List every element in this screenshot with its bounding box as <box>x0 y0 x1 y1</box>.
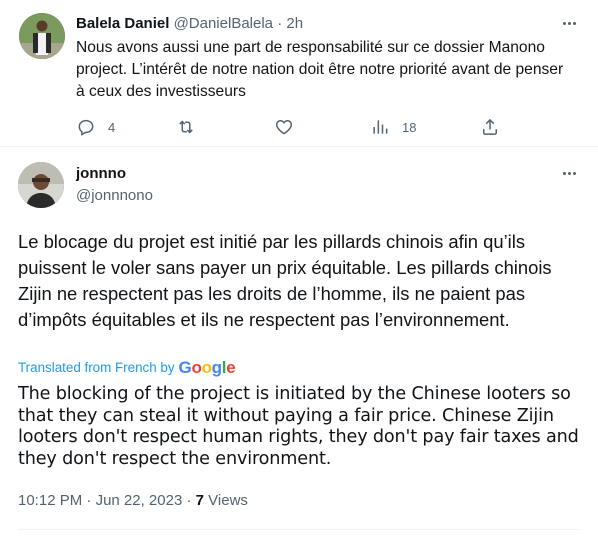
author-name[interactable]: Balela Daniel <box>76 15 169 32</box>
retweet-icon <box>179 120 193 134</box>
reply-bubble-icon <box>78 119 94 136</box>
more-options-icon[interactable] <box>558 164 580 182</box>
tweet-meta: 10:12 PM · Jun 22, 2023 · 7 Views <box>18 491 248 511</box>
reply-count: 4 <box>108 119 116 135</box>
tweet-text: Nous avons aussi une part de responsabil… <box>76 39 564 100</box>
tweet-text: Le blocage du projet est initié par les … <box>18 231 552 330</box>
share-button[interactable] <box>480 117 500 137</box>
views-bar-chart-icon <box>373 120 388 134</box>
reply-header: Balela Daniel @DanielBalela · 2h <box>76 14 303 34</box>
divider <box>18 529 580 530</box>
share-upload-icon <box>483 118 497 135</box>
reply-tweet[interactable]: Balela Daniel @DanielBalela · 2h Nous av… <box>0 0 598 147</box>
author-handle[interactable]: @DanielBalela <box>174 15 273 32</box>
separator-dot: · <box>86 492 92 509</box>
translation-attribution[interactable]: Translated from French by Google <box>18 358 236 377</box>
avatar-image <box>19 13 65 59</box>
retweet-button[interactable] <box>176 117 208 137</box>
views-button[interactable]: 18 <box>370 117 416 137</box>
timestamp[interactable]: 2h <box>286 15 303 32</box>
avatar-image <box>18 162 64 208</box>
author-handle[interactable]: @jonnnono <box>76 186 153 206</box>
avatar[interactable] <box>19 13 65 59</box>
tweet-time[interactable]: 10:12 PM <box>18 492 82 509</box>
tweet-date[interactable]: Jun 22, 2023 <box>96 492 183 509</box>
action-bar: 4 18 <box>76 117 506 137</box>
more-options-icon[interactable] <box>558 14 580 32</box>
avatar[interactable] <box>18 162 64 208</box>
author-name[interactable]: jonnno <box>76 164 126 184</box>
reply-button[interactable]: 4 <box>76 117 115 137</box>
views-count: 7 <box>195 492 204 509</box>
google-logo: Google <box>178 358 236 377</box>
views-count: 18 <box>402 119 417 135</box>
like-button[interactable] <box>274 117 306 137</box>
heart-icon <box>275 119 293 135</box>
views-label: Views <box>208 492 248 509</box>
separator-dot: · <box>277 15 283 32</box>
translated-text: The blocking of the project is initiated… <box>18 384 579 469</box>
separator-dot: · <box>186 492 192 509</box>
translation-label: Translated from French by <box>18 360 175 375</box>
